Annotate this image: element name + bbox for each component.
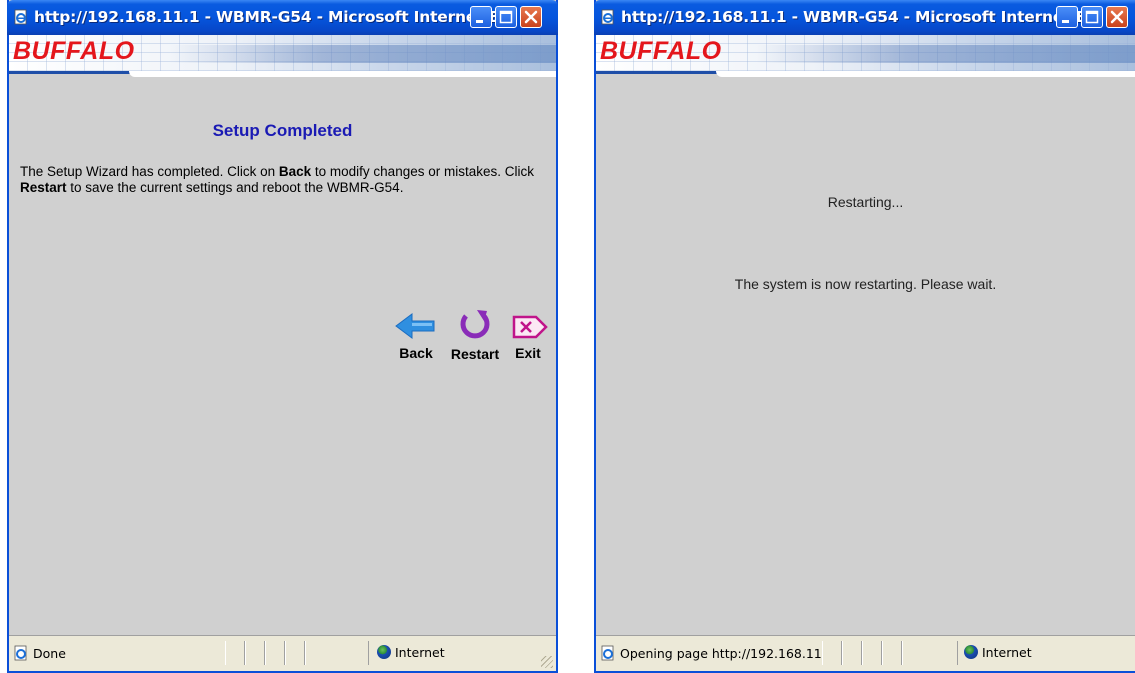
- security-zone: Internet: [964, 645, 1032, 660]
- maximize-button[interactable]: [495, 6, 517, 28]
- back-keyword: Back: [278, 164, 312, 179]
- resize-grip[interactable]: [541, 656, 553, 668]
- close-icon: [1110, 10, 1124, 24]
- globe-icon: [377, 645, 391, 659]
- restart-keyword: Restart: [20, 180, 67, 195]
- buffalo-logo: BUFFALO: [13, 37, 135, 65]
- ie-page-icon: [14, 9, 27, 25]
- status-text: Done: [33, 646, 66, 661]
- buffalo-logo: BUFFALO: [600, 37, 722, 65]
- buffalo-banner: BUFFALO: [9, 35, 556, 83]
- buffalo-banner: BUFFALO: [596, 35, 1135, 83]
- browser-window-restarting: http://192.168.11.1 - WBMR-G54 - Microso…: [594, 0, 1135, 673]
- exit-icon: [512, 315, 548, 339]
- restart-icon: [460, 310, 490, 339]
- close-button[interactable]: [520, 6, 542, 28]
- window-title: http://192.168.11.1 - WBMR-G54 - Microso…: [34, 8, 517, 26]
- close-button[interactable]: [1106, 6, 1128, 28]
- minimize-button[interactable]: [470, 6, 492, 28]
- maximize-icon: [1085, 10, 1099, 24]
- minimize-icon: [1062, 20, 1069, 23]
- minimize-button[interactable]: [1056, 6, 1078, 28]
- back-arrow-icon: [395, 313, 435, 339]
- ie-page-icon: [14, 645, 27, 661]
- ie-page-icon: [601, 9, 614, 25]
- browser-window-setup: http://192.168.11.1 - WBMR-G54 - Microso…: [7, 0, 558, 673]
- status-text: Opening page http://192.168.11: [620, 646, 822, 661]
- close-icon: [524, 10, 538, 24]
- restart-button[interactable]: Restart: [444, 308, 506, 363]
- title-bar[interactable]: http://192.168.11.1 - WBMR-G54 - Microso…: [594, 0, 1135, 35]
- setup-message: The Setup Wizard has completed. Click on…: [20, 164, 534, 195]
- maximize-button[interactable]: [1081, 6, 1103, 28]
- maximize-icon: [499, 10, 513, 24]
- title-bar[interactable]: http://192.168.11.1 - WBMR-G54 - Microso…: [7, 0, 558, 35]
- exit-button[interactable]: Exit: [508, 311, 548, 361]
- status-bar: Done Internet: [9, 635, 556, 671]
- minimize-icon: [476, 20, 483, 23]
- restarting-label: Restarting...: [827, 194, 904, 210]
- page-title: Setup Completed: [212, 121, 353, 140]
- status-bar: Opening page http://192.168.11 Internet: [596, 635, 1135, 671]
- window-title: http://192.168.11.1 - WBMR-G54 - Microso…: [621, 8, 1104, 26]
- back-button[interactable]: Back: [392, 311, 440, 361]
- page-content: Restarting... The system is now restarti…: [596, 83, 1135, 634]
- page-content: Setup Completed The Setup Wizard has com…: [9, 83, 556, 634]
- wait-message: The system is now restarting. Please wai…: [734, 276, 997, 292]
- security-zone: Internet: [377, 645, 445, 660]
- ie-page-icon: [601, 645, 614, 661]
- globe-icon: [964, 645, 978, 659]
